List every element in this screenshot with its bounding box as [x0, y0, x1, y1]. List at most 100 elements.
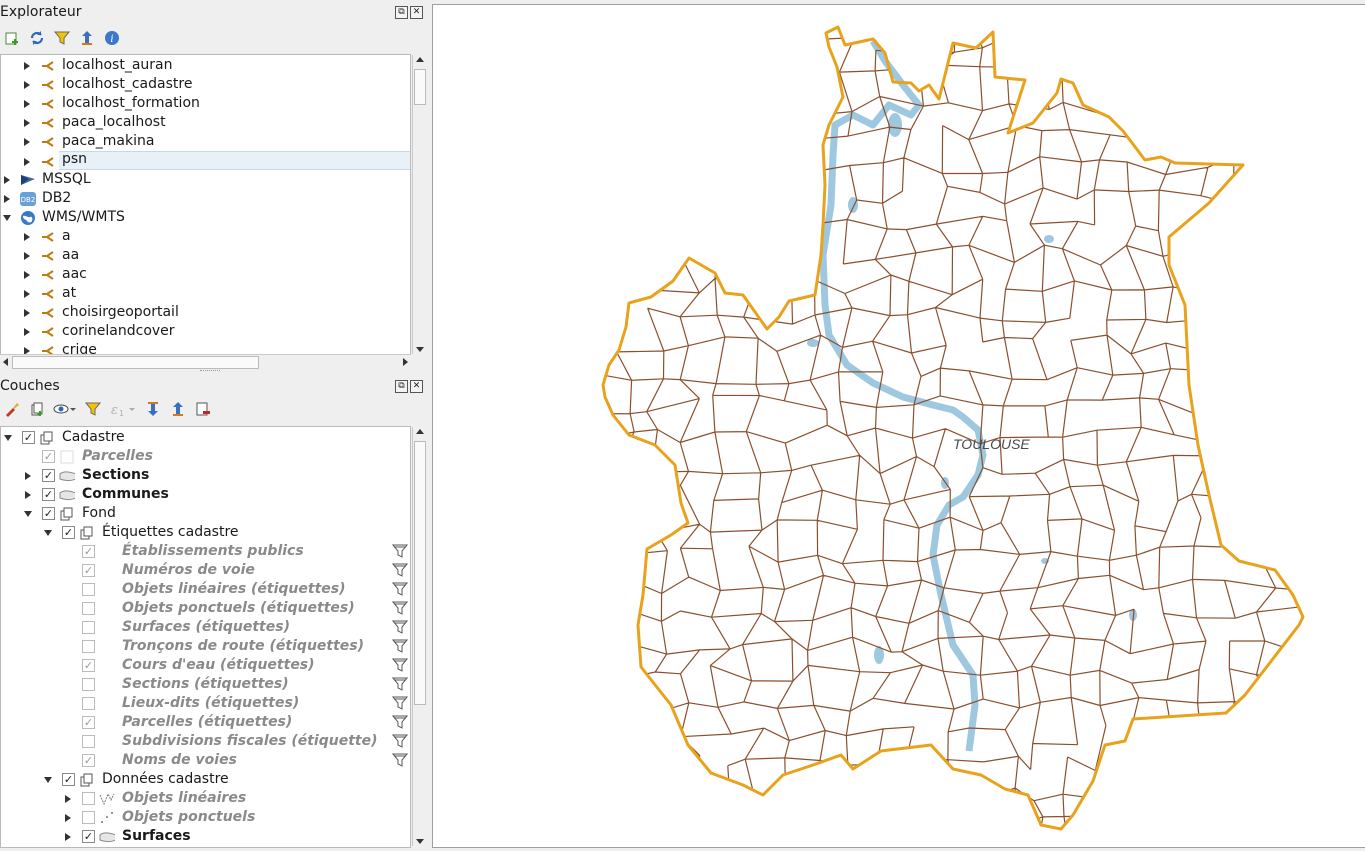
browser-item[interactable]: aac	[1, 265, 410, 284]
layer-visibility-checkbox[interactable]	[82, 678, 95, 691]
layer-tree-item[interactable]: Objets linéaires	[1, 789, 410, 808]
layer-visibility-checkbox[interactable]: ✓	[82, 754, 95, 767]
layer-visibility-checkbox[interactable]	[82, 583, 95, 596]
browser-item[interactable]: a	[1, 227, 410, 246]
layer-tree-item[interactable]: Lieux-dits (étiquettes)	[1, 694, 410, 713]
expand-arrow-icon[interactable]	[23, 466, 33, 485]
layer-filter-icon[interactable]	[391, 543, 409, 559]
layer-tree-item[interactable]: Tronçons de route (étiquettes)	[1, 637, 410, 656]
layer-filter-icon[interactable]	[391, 581, 409, 597]
add-group-icon[interactable]	[27, 399, 47, 419]
layer-filter-icon[interactable]	[391, 562, 409, 578]
browser-item[interactable]: at	[1, 284, 410, 303]
style-icon[interactable]	[2, 399, 22, 419]
layer-filter-icon[interactable]	[391, 695, 409, 711]
float-layers-panel-button[interactable]: ⧉	[395, 380, 408, 393]
visibility-icon[interactable]	[52, 399, 78, 419]
expand-arrow-icon[interactable]	[2, 189, 12, 208]
layer-visibility-checkbox[interactable]: ✓	[42, 488, 55, 501]
collapse-arrow-icon[interactable]	[43, 770, 53, 789]
collapse-arrow-icon[interactable]	[2, 208, 12, 227]
expand-arrow-icon[interactable]	[22, 246, 32, 265]
expand-arrow-icon[interactable]	[2, 170, 12, 189]
layers-vertical-scrollbar[interactable]	[412, 427, 426, 846]
filter-layer-icon[interactable]	[83, 399, 103, 419]
layer-visibility-checkbox[interactable]: ✓	[42, 469, 55, 482]
browser-item[interactable]: paca_makina	[1, 132, 410, 151]
expand-arrow-icon[interactable]	[22, 227, 32, 246]
layer-tree-item[interactable]: ✓ Établissements publics	[1, 542, 410, 561]
layer-tree-item[interactable]: Objets ponctuels (étiquettes)	[1, 599, 410, 618]
layer-visibility-checkbox[interactable]	[82, 640, 95, 653]
browser-item[interactable]: MSSQL	[1, 170, 410, 189]
browser-item[interactable]: corinelandcover	[1, 322, 410, 341]
layer-visibility-checkbox[interactable]: ✓	[42, 507, 55, 520]
layer-tree-item[interactable]: ✓ Surfaces	[1, 827, 410, 846]
layer-filter-icon[interactable]	[391, 619, 409, 635]
layer-tree-item[interactable]: Objets ponctuels	[1, 808, 410, 827]
layer-tree-item[interactable]: ✓ Numéros de voie	[1, 561, 410, 580]
expand-arrow-icon[interactable]	[22, 284, 32, 303]
layer-tree-item[interactable]: ✓ Noms de voies	[1, 751, 410, 770]
layer-visibility-checkbox[interactable]: ✓	[62, 773, 75, 786]
map-canvas[interactable]: TOULOUSE	[432, 4, 1365, 848]
expand-arrow-icon[interactable]	[22, 56, 32, 75]
collapse-all-icon[interactable]	[77, 28, 97, 48]
browser-vertical-scrollbar[interactable]	[412, 55, 426, 354]
layer-filter-icon[interactable]	[391, 600, 409, 616]
layer-visibility-checkbox[interactable]: ✓	[82, 830, 95, 843]
add-layer-icon[interactable]	[2, 28, 22, 48]
expand-arrow-icon[interactable]	[63, 808, 73, 827]
layer-tree-item[interactable]: Surfaces (étiquettes)	[1, 618, 410, 637]
layer-tree-item[interactable]: ✓ Cours d'eau (étiquettes)	[1, 656, 410, 675]
browser-item[interactable]: localhost_cadastre	[1, 75, 410, 94]
expand-arrow-icon[interactable]	[22, 113, 32, 132]
browser-item[interactable]: WMS/WMTS	[1, 208, 410, 227]
layer-visibility-checkbox[interactable]: ✓	[82, 564, 95, 577]
expand-arrow-icon[interactable]	[22, 75, 32, 94]
layer-tree-item[interactable]: ✓ Étiquettes cadastre	[1, 523, 410, 542]
layer-filter-icon[interactable]	[391, 752, 409, 768]
layer-visibility-checkbox[interactable]: ✓	[42, 450, 55, 463]
layer-tree-item[interactable]: Subdivisions fiscales (étiquette)	[1, 732, 410, 751]
layer-tree-item[interactable]: ✓ Parcelles	[1, 447, 410, 466]
collapse-all-layers-icon[interactable]	[168, 399, 188, 419]
expand-arrow-icon[interactable]	[22, 132, 32, 151]
expand-arrow-icon[interactable]	[22, 303, 32, 322]
browser-item[interactable]: localhost_auran	[1, 56, 410, 75]
layer-filter-icon[interactable]	[391, 638, 409, 654]
layer-visibility-checkbox[interactable]	[82, 811, 95, 824]
expand-arrow-icon[interactable]	[22, 322, 32, 341]
layer-tree-item[interactable]: ✓ Fond	[1, 504, 410, 523]
expand-arrow-icon[interactable]	[63, 827, 73, 846]
collapse-arrow-icon[interactable]	[3, 428, 13, 447]
collapse-arrow-icon[interactable]	[23, 504, 33, 523]
layer-tree-item[interactable]: ✓ Cadastre	[1, 428, 410, 447]
layer-visibility-checkbox[interactable]: ✓	[22, 431, 35, 444]
layer-filter-icon[interactable]	[391, 733, 409, 749]
expand-arrow-icon[interactable]	[22, 265, 32, 284]
browser-item[interactable]: choisirgeoportail	[1, 303, 410, 322]
browser-item[interactable]: psn	[24, 151, 410, 170]
browser-item[interactable]: aa	[1, 246, 410, 265]
layer-visibility-checkbox[interactable]	[82, 697, 95, 710]
close-panel-button[interactable]: ✕	[410, 6, 423, 19]
layer-tree-item[interactable]: ✓ Sections	[1, 466, 410, 485]
close-layers-panel-button[interactable]: ✕	[410, 380, 423, 393]
layer-tree-item[interactable]: ✓ Communes	[1, 485, 410, 504]
layer-visibility-checkbox[interactable]	[82, 792, 95, 805]
browser-horizontal-scrollbar[interactable]	[0, 354, 411, 369]
layer-visibility-checkbox[interactable]	[82, 602, 95, 615]
layer-tree-item[interactable]: ✓ Parcelles (étiquettes)	[1, 713, 410, 732]
layer-visibility-checkbox[interactable]: ✓	[82, 716, 95, 729]
browser-item[interactable]: DB2 DB2	[1, 189, 410, 208]
info-icon[interactable]: i	[102, 28, 122, 48]
layer-filter-icon[interactable]	[391, 657, 409, 673]
browser-item[interactable]: paca_localhost	[1, 113, 410, 132]
browser-hscroll-thumb[interactable]	[12, 356, 259, 369]
expand-arrow-icon[interactable]	[23, 485, 33, 504]
remove-layer-icon[interactable]	[193, 399, 213, 419]
expand-arrow-icon[interactable]	[63, 789, 73, 808]
layer-filter-icon[interactable]	[391, 714, 409, 730]
browser-scroll-thumb[interactable]	[414, 69, 426, 105]
